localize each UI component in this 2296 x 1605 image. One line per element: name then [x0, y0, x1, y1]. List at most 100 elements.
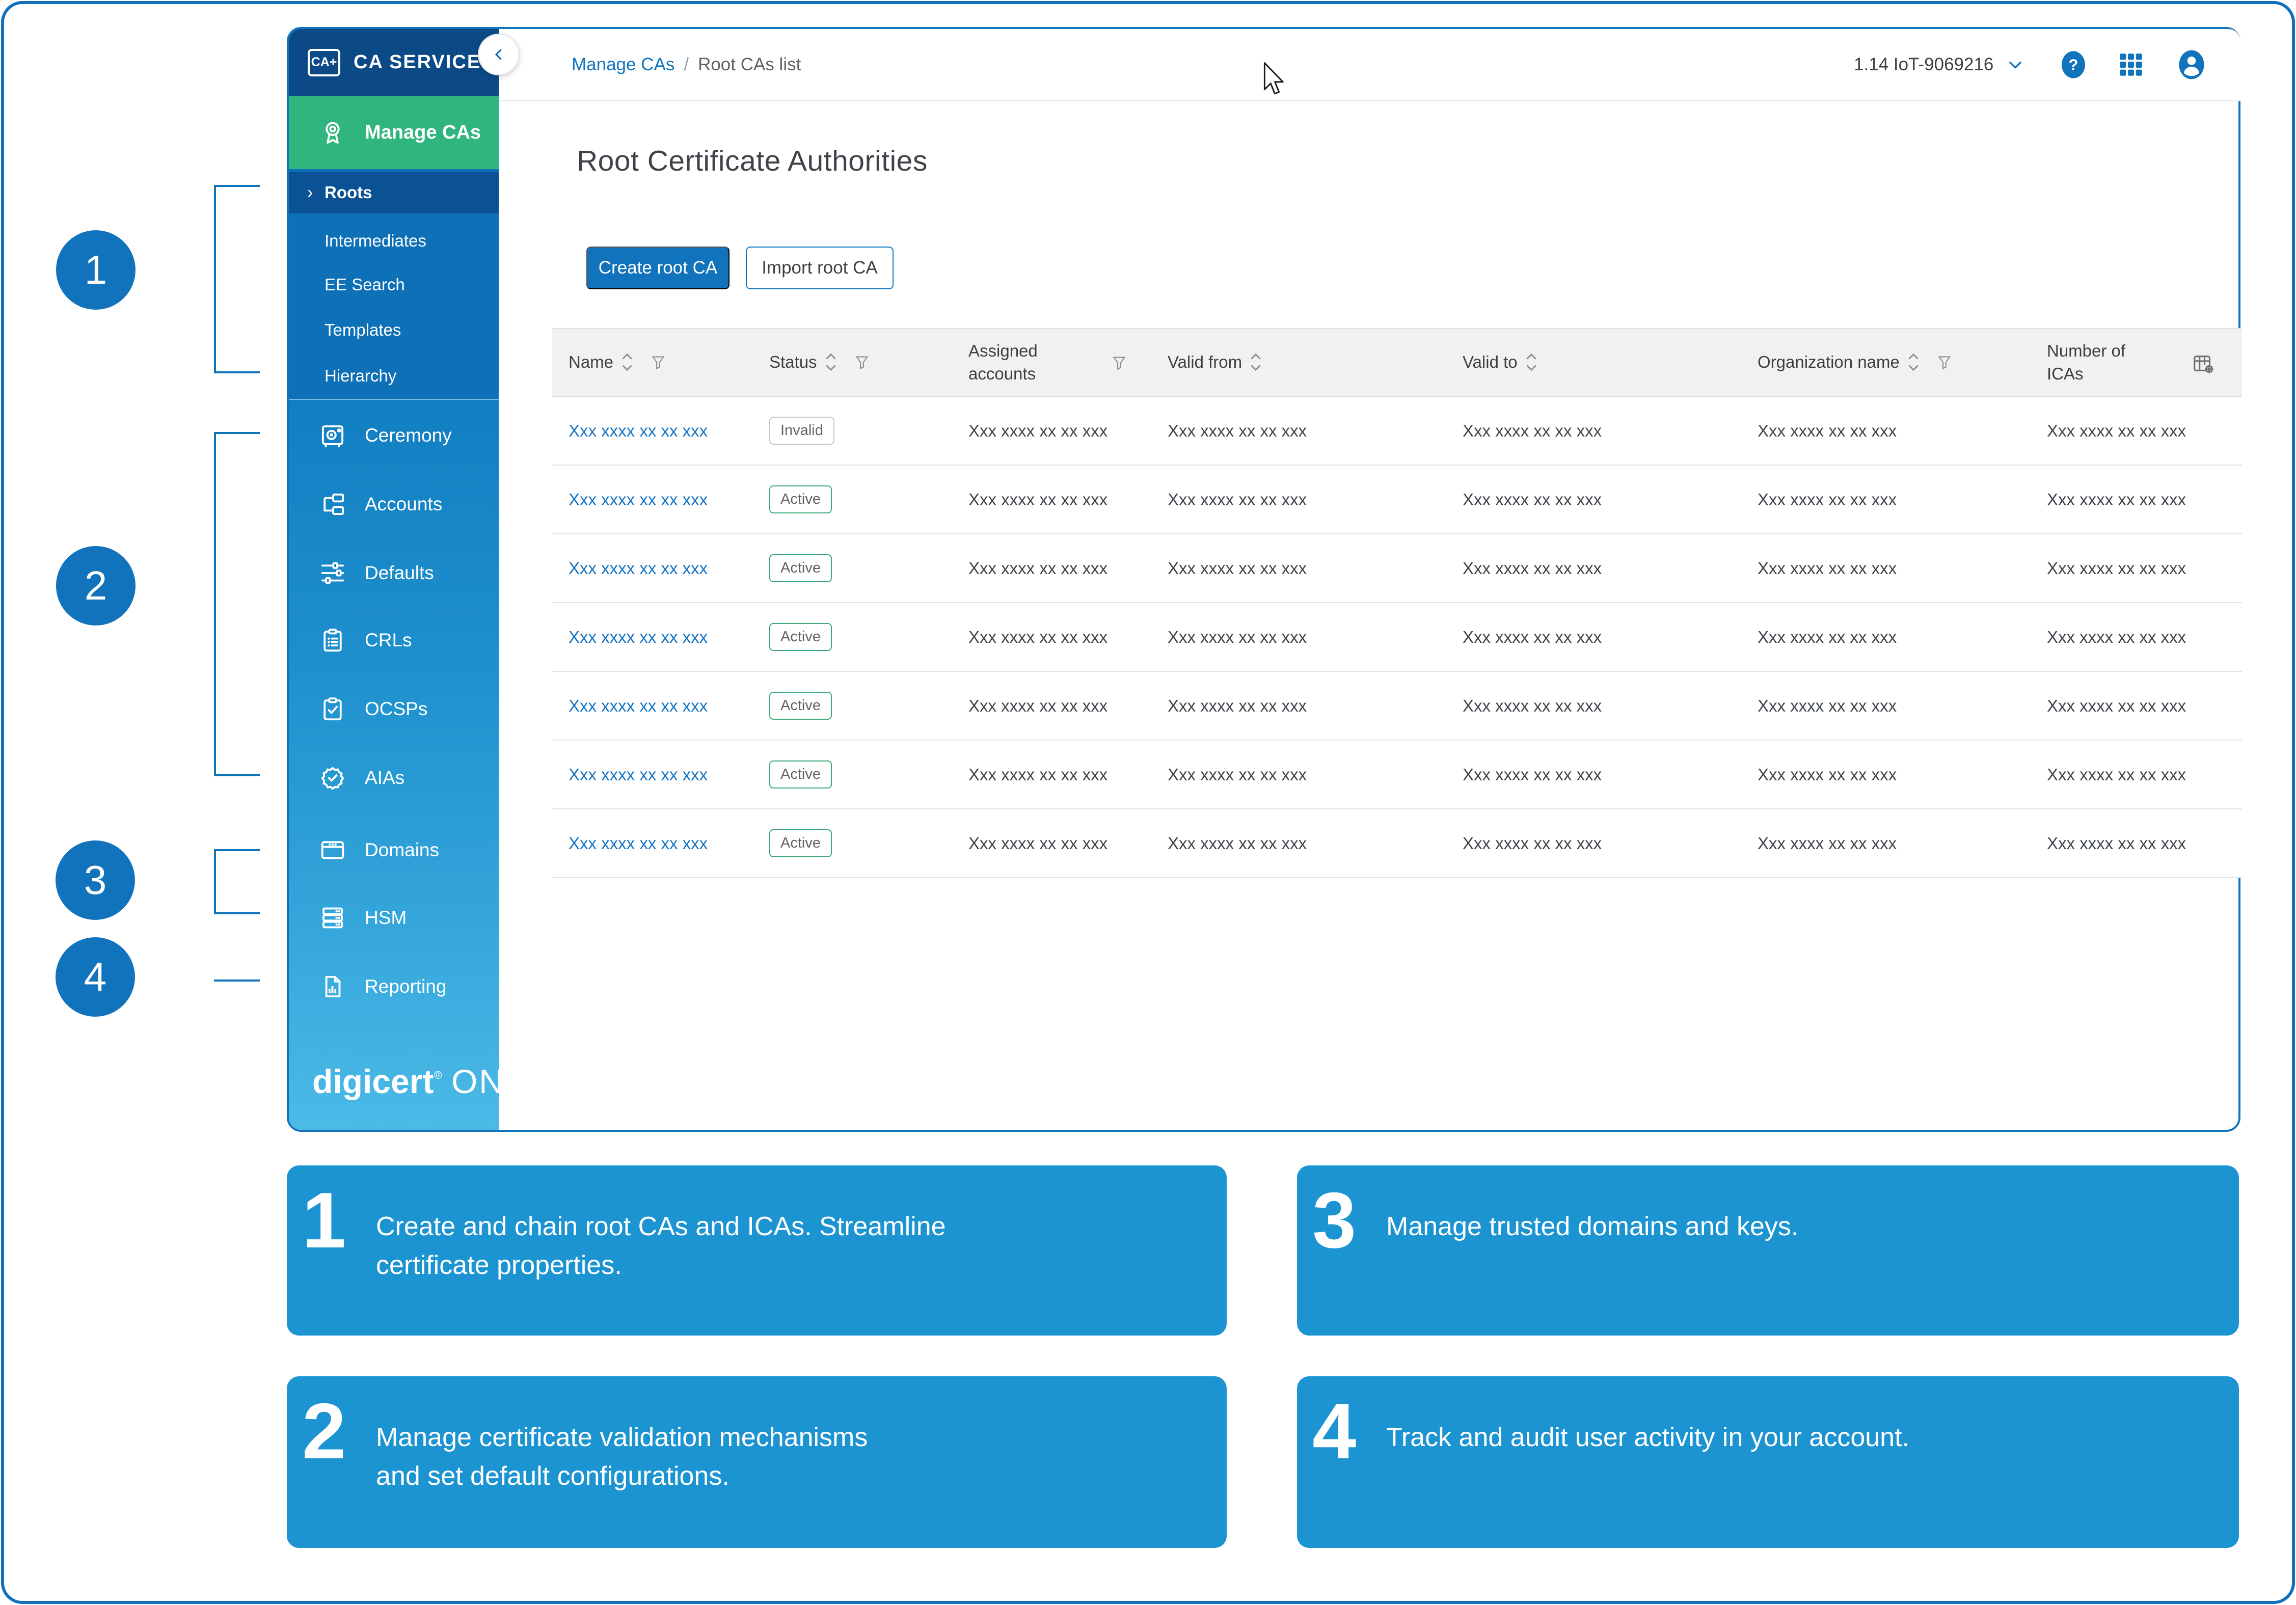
root-ca-name-link[interactable]: Xxx xxxx xx xx xxx: [569, 490, 708, 509]
version-switcher[interactable]: 1.14 IoT-9069216: [1854, 29, 2024, 100]
table-cell-valid-to: Xxx xxxx xx xx xxx: [1446, 809, 1741, 878]
sidebar-item-hsm[interactable]: HSM: [289, 884, 499, 952]
user-menu-button[interactable]: [2176, 49, 2207, 83]
help-button[interactable]: ?: [2059, 50, 2088, 82]
svg-text:?: ?: [2068, 56, 2078, 74]
table-row: Xxx xxxx xx xx xxx Active Xxx xxxx xx xx x…: [552, 603, 2242, 671]
table-cell-assigned-accounts: Xxx xxxx xx xx xxx: [952, 603, 1151, 671]
create-root-ca-button[interactable]: Create root CA: [586, 247, 730, 289]
sort-icon[interactable]: [1525, 351, 1538, 373]
sidebar: CA+ CA SERVICES Manage CAs › Roots Inter…: [289, 29, 499, 1130]
column-header-assigned-accounts[interactable]: Assigned accounts: [952, 329, 1151, 396]
sort-icon[interactable]: [824, 351, 838, 373]
callout-number: 4: [84, 954, 107, 1000]
sidebar-item-label: Defaults: [365, 562, 434, 584]
column-header-valid-from[interactable]: Valid from: [1151, 329, 1446, 396]
sidebar-item-defaults[interactable]: Defaults: [289, 539, 499, 607]
root-ca-name-link[interactable]: Xxx xxxx xx xx xxx: [569, 628, 708, 646]
app-title: CA SERVICES: [354, 51, 495, 73]
registered-mark: ®: [434, 1069, 442, 1081]
sidebar-item-templates[interactable]: Templates: [289, 309, 499, 351]
table-row: Xxx xxxx xx xx xxxActiveXxx xxxx xx xx x…: [552, 534, 2242, 603]
column-header-name[interactable]: Name: [552, 329, 753, 396]
column-label: Assigned accounts: [968, 340, 1038, 385]
column-label: Valid to: [1463, 351, 1518, 374]
root-ca-name-link[interactable]: Xxx xxxx xx xx xxx: [569, 559, 708, 578]
sidebar-item-label: Ceremony: [365, 425, 452, 446]
mouse-cursor: [1262, 62, 1290, 101]
sidebar-item-manage-cas[interactable]: Manage CAs: [289, 96, 499, 169]
import-root-ca-button[interactable]: Import root CA: [746, 247, 894, 289]
card-number: 3: [1297, 1165, 1373, 1336]
table-cell-valid-from: Xxx xxxx xx xx xxx: [1151, 671, 1446, 740]
clipboard-check-icon: [319, 695, 346, 723]
sidebar-item-hierarchy[interactable]: Hierarchy: [289, 355, 499, 397]
table-cell-number-of-icas: Xxx xxxx xx xx xxx: [2031, 603, 2242, 671]
ca-plus-logo-icon: CA+: [308, 49, 340, 76]
table-cell-organization-name: Xxx xxxx xx xx xxx: [1741, 809, 2031, 878]
table-row: Xxx xxxx xx xx xxxActiveXxx xxxx xx xx x…: [552, 465, 2242, 534]
root-ca-name-link[interactable]: Xxx xxxx xx xx xxx: [569, 421, 708, 440]
report-document-icon: [319, 973, 346, 1000]
table-cell-organization-name: Xxx xxxx xx xx xxx: [1741, 534, 2031, 603]
column-header-status[interactable]: Status: [753, 329, 952, 396]
status-badge: Active: [769, 485, 832, 513]
sidebar-item-accounts[interactable]: Accounts: [289, 470, 499, 538]
root-ca-name-link[interactable]: Xxx xxxx xx xx xxx: [569, 765, 708, 784]
callout-number: 1: [85, 247, 107, 293]
column-header-valid-to[interactable]: Valid to: [1446, 329, 1741, 396]
sidebar-item-ee-search[interactable]: EE Search: [289, 264, 499, 306]
sidebar-item-crls[interactable]: CRLs: [289, 606, 499, 674]
filter-icon[interactable]: [650, 354, 666, 370]
info-card-1: 1 Create and chain root CAs and ICAs. St…: [287, 1165, 1227, 1336]
card-number: 4: [1297, 1376, 1373, 1548]
sort-icon[interactable]: [1249, 351, 1262, 373]
status-badge: Active: [769, 623, 832, 651]
one-wordmark: ONE: [451, 1063, 499, 1100]
table-cell-valid-to: Xxx xxxx xx xx xxx: [1446, 671, 1741, 740]
root-ca-name-link[interactable]: Xxx xxxx xx xx xxx: [569, 696, 708, 715]
callout-circle-4: 4: [56, 937, 135, 1017]
chevron-right-icon: ›: [307, 183, 313, 203]
server-stack-icon: [319, 904, 346, 932]
sort-icon[interactable]: [620, 351, 634, 373]
table-body: Xxx xxxx xx xx xxx Invalid Xxx xxxx xx xx …: [552, 396, 2242, 878]
root-ca-name-link[interactable]: Xxx xxxx xx xx xxx: [569, 834, 708, 853]
filter-icon[interactable]: [854, 354, 870, 370]
apps-grid-icon: [2116, 50, 2146, 79]
vault-icon: [319, 422, 346, 449]
column-header-organization-name[interactable]: Organization name: [1741, 329, 2031, 396]
filter-icon[interactable]: [1936, 354, 1953, 370]
user-icon: [2176, 49, 2207, 80]
apps-grid-button[interactable]: [2116, 50, 2146, 82]
table-cell-number-of-icas: Xxx xxxx xx xx xxx: [2031, 809, 2242, 878]
table-row: Xxx xxxx xx xx xxxActiveXxx xxxx xx xx x…: [552, 809, 2242, 878]
card-text: Track and audit user activity in your ac…: [1373, 1376, 1909, 1548]
callout-bracket-2: [214, 432, 260, 776]
sidebar-item-aias[interactable]: AIAs: [289, 744, 499, 812]
sort-icon[interactable]: [1907, 351, 1920, 373]
version-label: 1.14 IoT-9069216: [1854, 55, 1993, 75]
sidebar-item-label: Templates: [325, 320, 401, 340]
breadcrumb-link-manage-cas[interactable]: Manage CAs: [572, 55, 674, 75]
sidebar-item-ceremony[interactable]: Ceremony: [289, 401, 499, 470]
card-text: Manage trusted domains and keys.: [1373, 1165, 1798, 1336]
table-cell-organization-name: Xxx xxxx xx xx xxx: [1741, 603, 2031, 671]
sidebar-collapse-button[interactable]: [478, 34, 520, 75]
table-row: Xxx xxxx xx xx xxxActiveXxx xxxx xx xx x…: [552, 671, 2242, 740]
card-text: Manage certificate validation mechanisms…: [363, 1376, 868, 1548]
brand-header: CA+ CA SERVICES: [289, 29, 499, 96]
browser-window-icon: [319, 836, 346, 864]
sidebar-item-label: CRLs: [365, 630, 412, 651]
filter-icon[interactable]: [1111, 355, 1127, 371]
status-badge: Invalid: [769, 417, 834, 445]
table-cell-assigned-accounts: Xxx xxxx xx xx xxx: [952, 809, 1151, 878]
breadcrumb-current: Root CAs list: [698, 55, 801, 75]
sidebar-item-reporting[interactable]: Reporting: [289, 953, 499, 1021]
info-card-3: 3 Manage trusted domains and keys.: [1297, 1165, 2239, 1336]
sidebar-item-roots[interactable]: › Roots: [289, 172, 499, 213]
table-settings-icon[interactable]: [2192, 352, 2215, 378]
sidebar-item-domains[interactable]: Domains: [289, 816, 499, 884]
sidebar-item-intermediates[interactable]: Intermediates: [289, 220, 499, 262]
sidebar-item-ocsps[interactable]: OCSPs: [289, 675, 499, 743]
